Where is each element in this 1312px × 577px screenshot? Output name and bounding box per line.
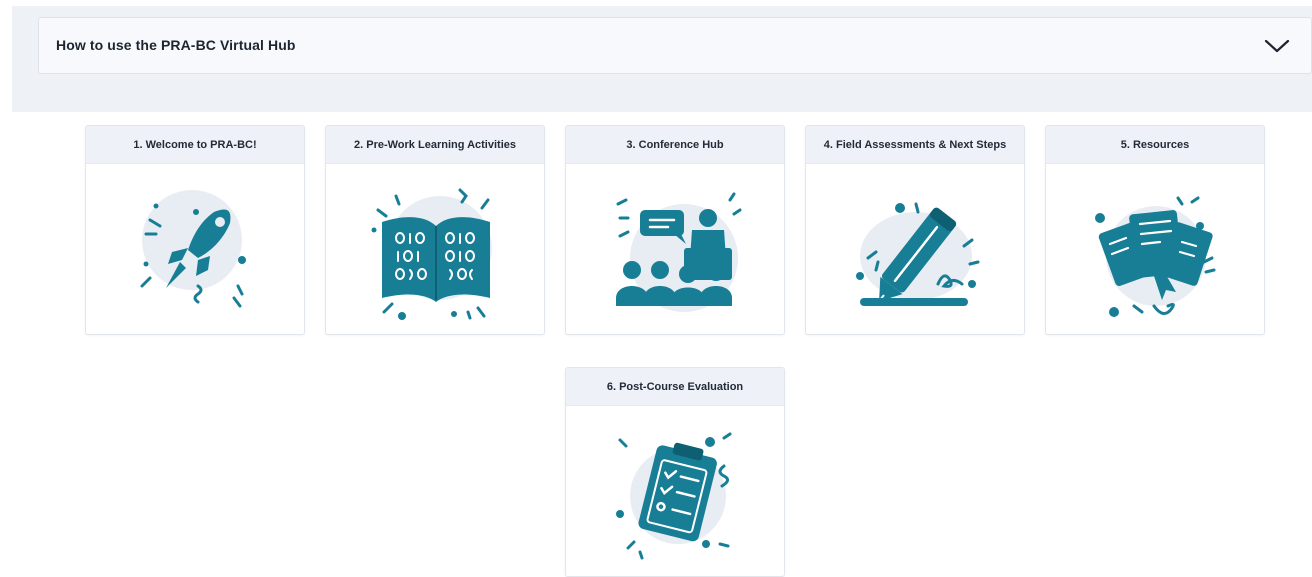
tile-field-assessments[interactable]: 4. Field Assessments & Next Steps (805, 125, 1025, 335)
open-book-icon (371, 188, 492, 320)
chevron-down-icon[interactable] (1263, 37, 1291, 55)
tile-pre-work[interactable]: 2. Pre-Work Learning Activities (325, 125, 545, 335)
tile-post-course-evaluation[interactable]: 6. Post-Course Evaluation (565, 367, 785, 577)
tile-title: 3. Conference Hub (566, 126, 784, 164)
tile-title: 2. Pre-Work Learning Activities (326, 126, 544, 164)
tile-title: 6. Post-Course Evaluation (566, 368, 784, 406)
pencil-icon (856, 202, 980, 306)
documents-icon (1095, 196, 1216, 317)
tile-welcome[interactable]: 1. Welcome to PRA-BC! (85, 125, 305, 335)
rocket-icon (140, 190, 246, 308)
tile-resources[interactable]: 5. Resources (1045, 125, 1265, 335)
tile-conference-hub[interactable]: 3. Conference Hub (565, 125, 785, 335)
conference-audience-icon (616, 192, 742, 312)
clipboard-checklist-icon (616, 432, 732, 560)
how-to-use-accordion[interactable]: How to use the PRA-BC Virtual Hub (38, 17, 1312, 74)
tile-title: 5. Resources (1046, 126, 1264, 164)
accordion-title: How to use the PRA-BC Virtual Hub (56, 37, 296, 53)
tile-title: 4. Field Assessments & Next Steps (806, 126, 1024, 164)
tile-title: 1. Welcome to PRA-BC! (86, 126, 304, 164)
